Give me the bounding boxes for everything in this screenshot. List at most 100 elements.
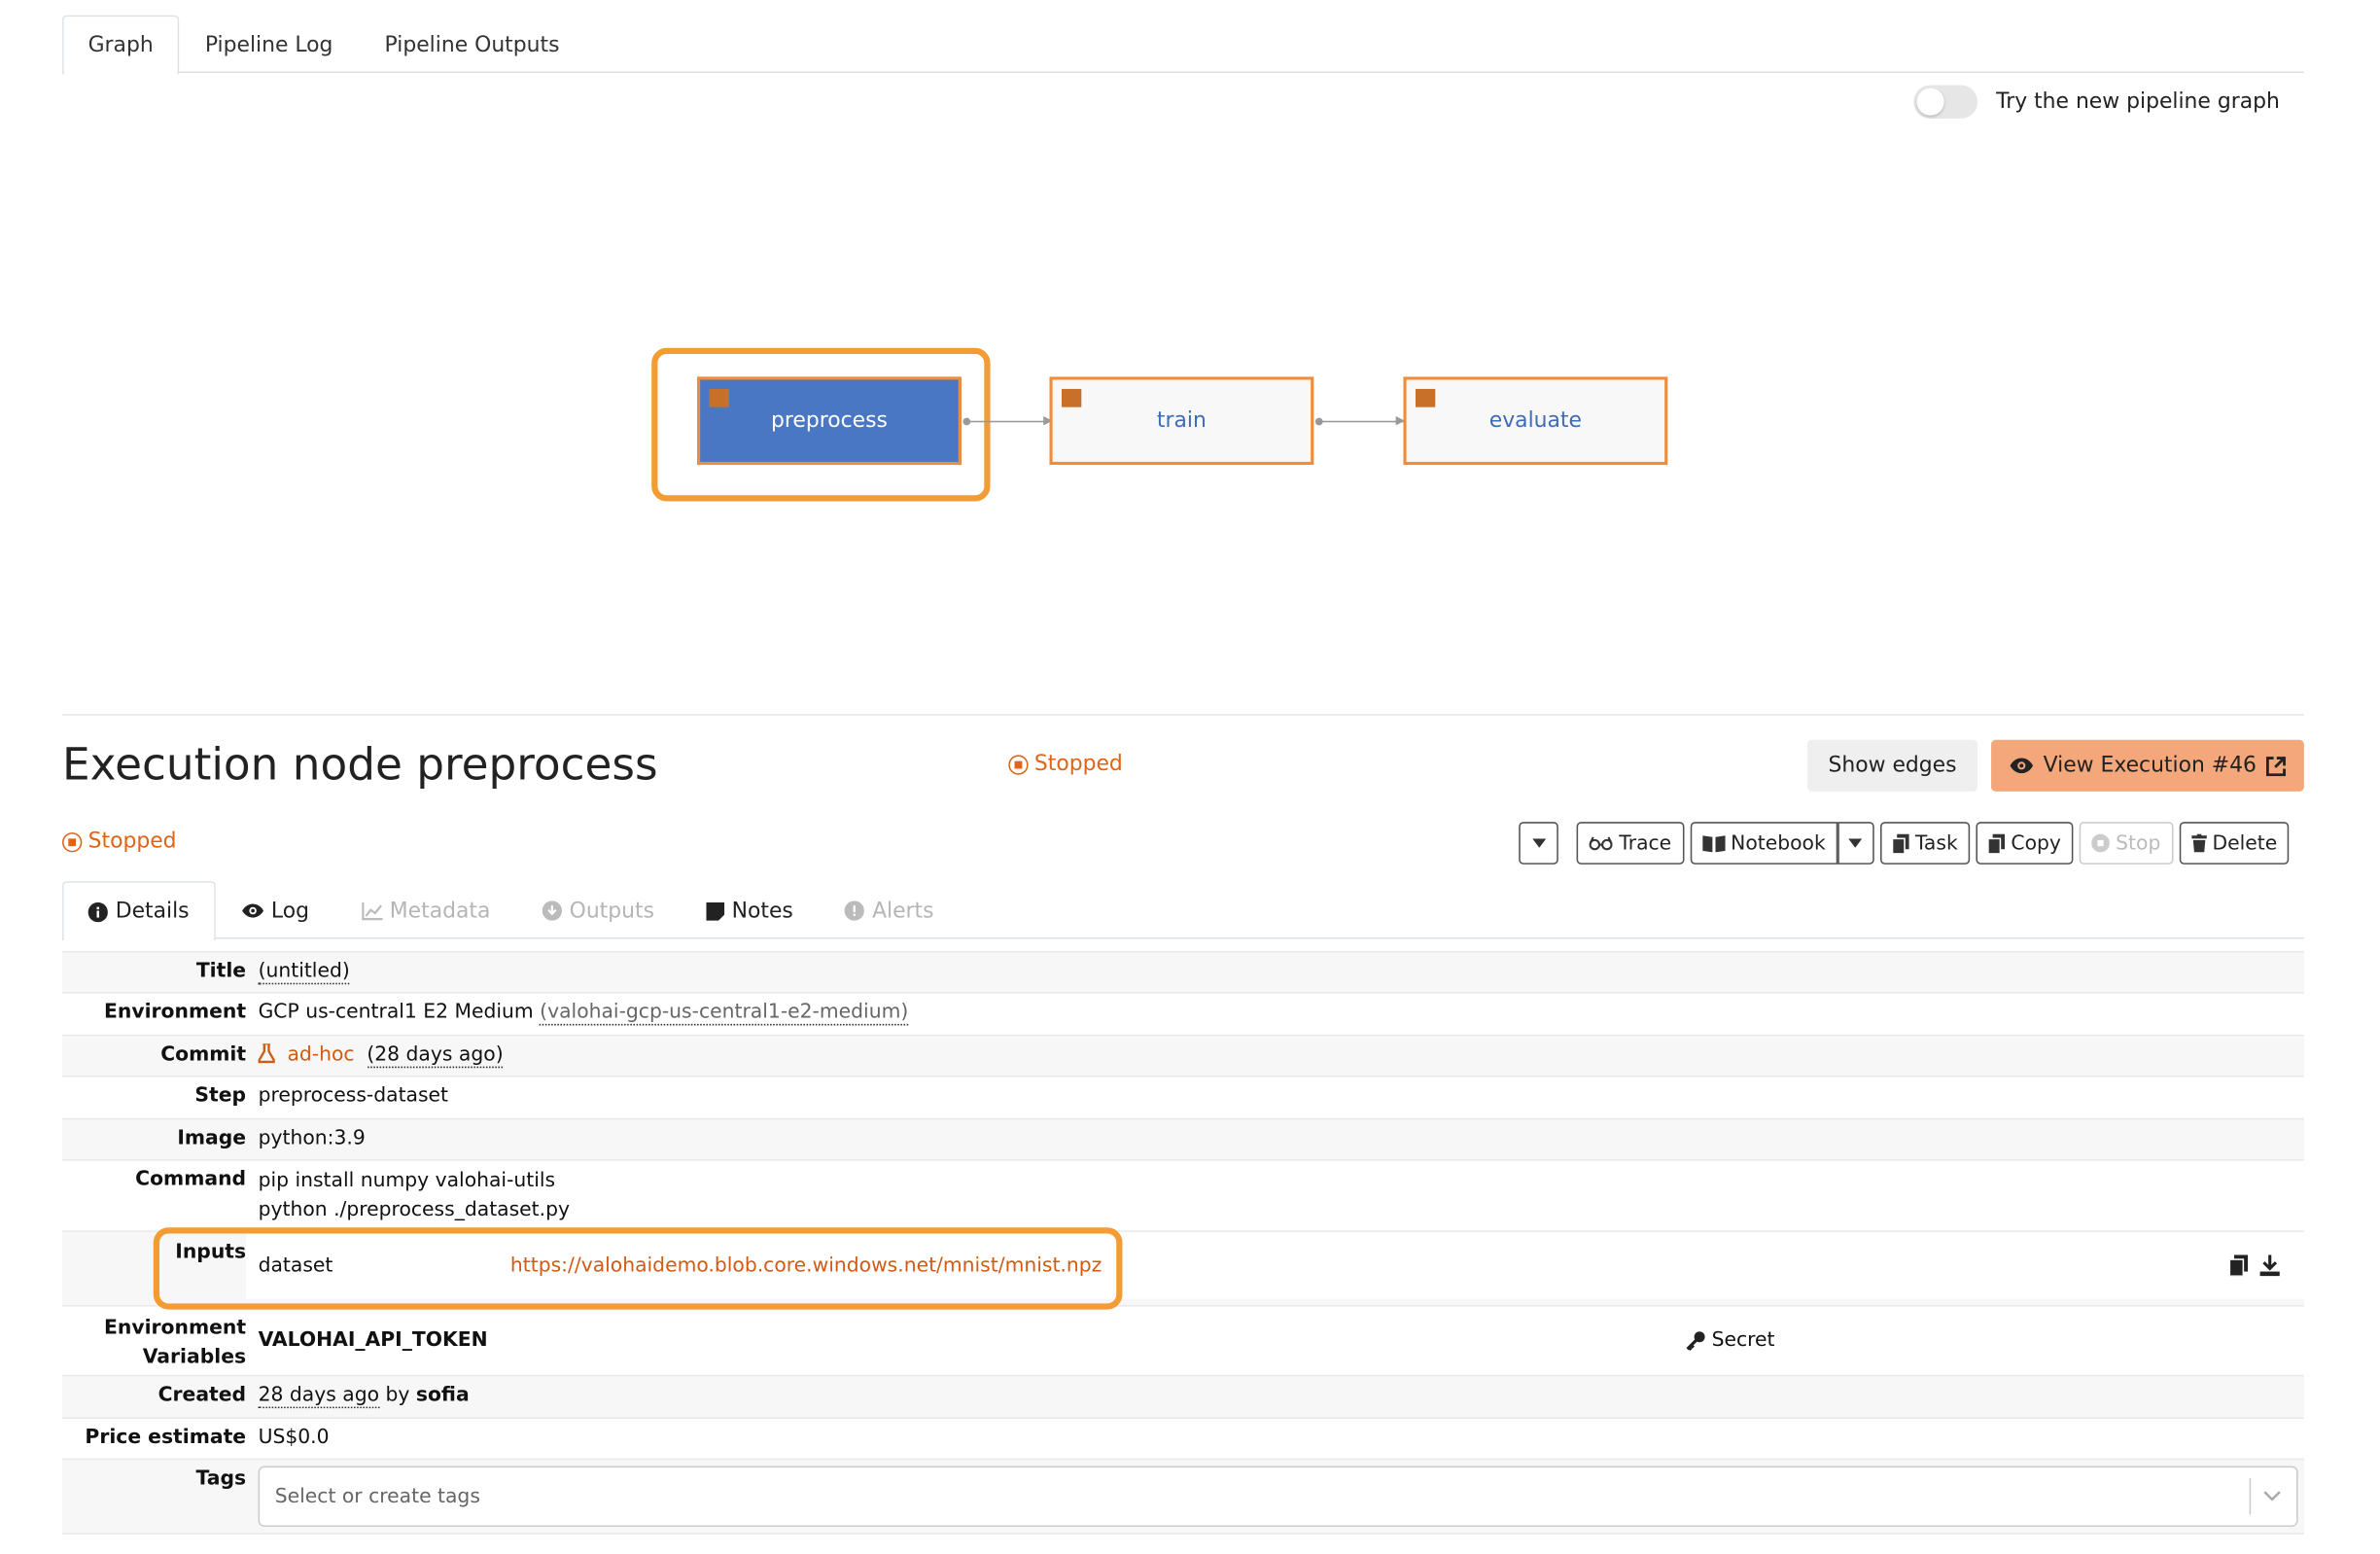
execution-details: Title (untitled) Environment GCP us-cent… <box>62 950 2304 1535</box>
divider <box>62 714 2304 716</box>
task-label: Task <box>1914 831 1958 855</box>
execution-tabs: Details Log Metadata Outputs Notes Alert… <box>62 881 2304 941</box>
view-execution-button[interactable]: View Execution #46 <box>1991 739 2304 792</box>
copy-label: Copy <box>2011 831 2061 855</box>
created-age: 28 days ago <box>258 1384 380 1409</box>
env-var-name[interactable]: VALOHAI_API_TOKEN <box>246 1329 1686 1352</box>
tab-notes-label: Notes <box>731 899 793 924</box>
inputs-highlight <box>153 1227 1123 1310</box>
detail-row-commit: Commit ad-hoc (28 days ago) <box>62 1034 2304 1077</box>
detail-key: Tags <box>195 1467 247 1491</box>
stop-circle-icon <box>2091 833 2110 853</box>
notebook-dropdown-button[interactable] <box>1838 822 1874 865</box>
alert-icon <box>844 901 865 921</box>
detail-key: Commit <box>160 1043 247 1067</box>
notebook-button[interactable]: Notebook <box>1689 822 1838 865</box>
graph-node-preprocess[interactable]: preprocess <box>697 376 962 466</box>
node-status-square <box>709 388 729 407</box>
eye-icon <box>2011 758 2034 774</box>
tab-pipeline-outputs[interactable]: Pipeline Outputs <box>359 16 585 73</box>
tab-notes[interactable]: Notes <box>681 881 820 938</box>
command-value: pip install numpy valohai-utils python .… <box>246 1161 2304 1231</box>
task-button[interactable]: Task <box>1879 822 1971 865</box>
env-vars-value: VALOHAI_API_TOKEN Secret <box>246 1306 2304 1374</box>
copy-icon <box>1987 832 2006 854</box>
tags-divider <box>2249 1478 2252 1515</box>
detail-row-created: Created 28 days ago by sofia <box>62 1374 2304 1418</box>
node-status-square <box>1415 388 1436 407</box>
created-value: 28 days ago by sofia <box>246 1376 2304 1417</box>
node-status-text: Stopped <box>1033 752 1123 777</box>
caret-down-icon <box>1848 838 1863 848</box>
tab-pipeline-log[interactable]: Pipeline Log <box>179 16 359 73</box>
node-label: train <box>1156 408 1207 434</box>
tab-metadata-label: Metadata <box>389 899 491 924</box>
detail-row-title: Title (untitled) <box>62 950 2304 993</box>
more-dropdown-button[interactable] <box>1519 822 1558 865</box>
detail-key: Command <box>135 1168 247 1191</box>
tab-alerts[interactable]: Alerts <box>819 881 960 938</box>
commit-age: (28 days ago) <box>367 1043 504 1069</box>
detail-row-command: Command pip install numpy valohai-utils … <box>62 1158 2304 1231</box>
external-link-icon <box>2265 756 2286 776</box>
copy-icon <box>1892 832 1909 854</box>
flask-icon <box>256 1042 277 1064</box>
tags-input[interactable]: Select or create tags <box>258 1466 2298 1528</box>
stop-button[interactable]: Stop <box>2079 822 2173 865</box>
graph-edge <box>962 416 1053 426</box>
detail-value: GCP us-central1 E2 Medium (valohai-gcp-u… <box>246 994 2304 1035</box>
graph-node-evaluate[interactable]: evaluate <box>1403 376 1668 466</box>
caret-down-icon <box>1531 838 1546 848</box>
price-value: US$0.0 <box>258 1426 330 1450</box>
detail-key: Title <box>195 960 247 983</box>
tab-details[interactable]: Details <box>62 881 216 941</box>
created-by: by <box>385 1384 410 1407</box>
detail-key: Price estimate <box>85 1426 247 1450</box>
stop-label: Stop <box>2116 831 2161 855</box>
detail-row-inputs: Inputs dataset https://valohaidemo.blob.… <box>62 1227 2304 1310</box>
env-var-value: Secret <box>1711 1328 1775 1353</box>
trace-button[interactable]: Trace <box>1576 822 1684 865</box>
graph-node-train[interactable]: train <box>1049 376 1314 466</box>
command-line: pip install numpy valohai-utils <box>258 1169 556 1193</box>
commit-link[interactable]: ad-hoc <box>287 1043 354 1066</box>
detail-row-step: Step preprocess-dataset <box>62 1076 2304 1118</box>
title-value[interactable]: (untitled) <box>258 960 350 985</box>
detail-row-price: Price estimate US$0.0 <box>62 1417 2304 1459</box>
notebook-label: Notebook <box>1731 831 1826 855</box>
tab-alerts-label: Alerts <box>872 899 934 924</box>
tab-metadata[interactable]: Metadata <box>335 881 516 938</box>
graph-edge <box>1314 416 1406 426</box>
download-icon[interactable] <box>2259 1254 2280 1277</box>
eye-icon <box>241 903 263 918</box>
chevron-down-icon[interactable] <box>2263 1491 2282 1502</box>
delete-button[interactable]: Delete <box>2179 822 2290 865</box>
note-icon <box>706 901 724 920</box>
step-value: preprocess-dataset <box>258 1084 449 1108</box>
copy-icon[interactable] <box>2229 1254 2249 1277</box>
trash-icon <box>2190 833 2207 853</box>
tab-log[interactable]: Log <box>215 881 334 938</box>
created-user: sofia <box>415 1384 470 1407</box>
detail-value: (untitled) <box>246 952 2304 992</box>
detail-row-tags: Tags Select or create tags <box>62 1458 2304 1535</box>
pipeline-tabs: Graph Pipeline Log Pipeline Outputs <box>62 15 2304 75</box>
tags-value: Select or create tags <box>246 1460 2304 1533</box>
env-vars-label-line: Environment <box>104 1317 247 1340</box>
info-icon <box>88 901 108 922</box>
detail-key: Environment <box>104 1001 247 1024</box>
command-line: python ./preprocess_dataset.py <box>258 1198 571 1222</box>
tab-details-label: Details <box>115 899 190 924</box>
glasses-icon <box>1589 836 1613 851</box>
trace-label: Trace <box>1619 831 1672 855</box>
environment-slug: (valohai-gcp-us-central1-e2-medium) <box>540 1001 909 1026</box>
copy-button[interactable]: Copy <box>1976 822 2074 865</box>
tab-outputs[interactable]: Outputs <box>516 881 681 938</box>
detail-key: Step <box>194 1084 247 1108</box>
download-circle-icon <box>542 901 562 921</box>
detail-key: Environment Variables <box>62 1306 246 1374</box>
execution-status: Stopped <box>62 830 177 854</box>
show-edges-button[interactable]: Show edges <box>1807 739 1978 792</box>
tab-graph[interactable]: Graph <box>62 15 180 75</box>
image-value: python:3.9 <box>258 1127 366 1150</box>
